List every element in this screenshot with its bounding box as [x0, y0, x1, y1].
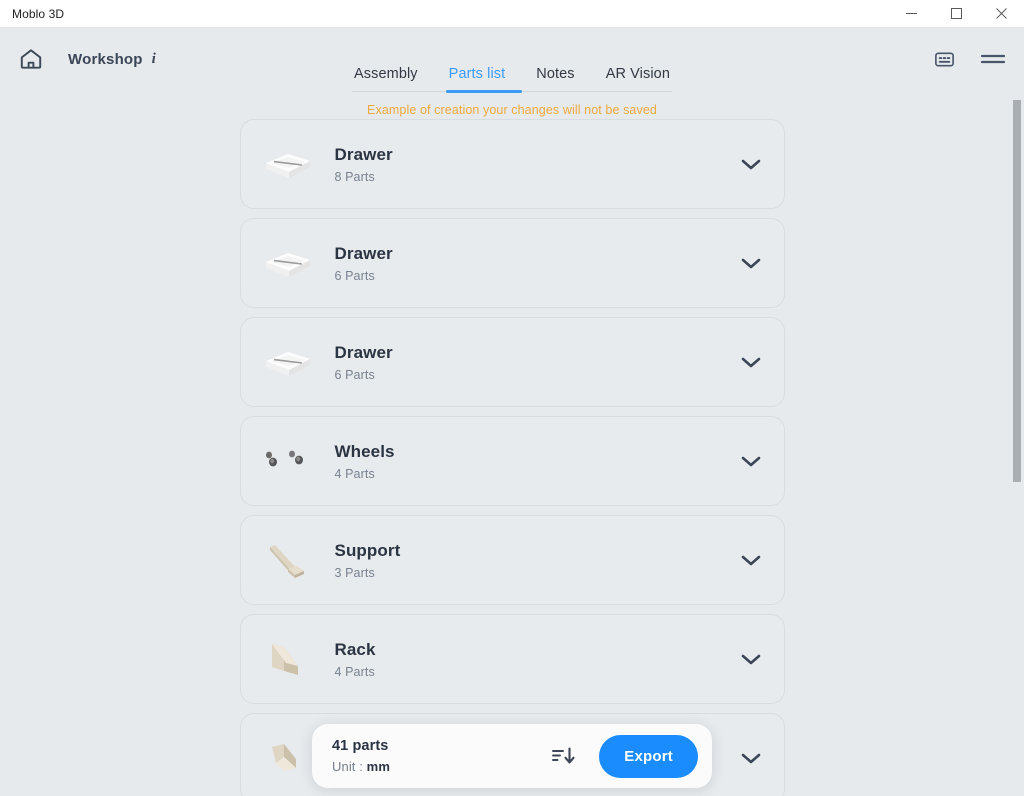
summary-info: 41 parts Unit : mm	[332, 738, 390, 774]
export-button[interactable]: Export	[599, 734, 698, 778]
hamburger-menu-icon[interactable]	[980, 50, 1006, 68]
unit-row: Unit : mm	[332, 759, 390, 774]
list-item-text: Wheels 4 Parts	[335, 441, 395, 480]
drawer-thumbnail	[257, 331, 319, 393]
list-item-text: Drawer 6 Parts	[335, 342, 393, 381]
chevron-down-icon[interactable]	[740, 157, 762, 171]
close-button[interactable]	[979, 0, 1024, 28]
list-item[interactable]: Drawer 8 Parts	[239, 119, 785, 209]
list-item[interactable]: Support 3 Parts	[239, 515, 785, 605]
list-item[interactable]: Drawer 6 Parts	[239, 218, 785, 308]
parts-list: Drawer 8 Parts Drawer 6 Parts Drawer 6 P…	[239, 112, 785, 796]
list-item-text: Support 3 Parts	[335, 540, 401, 579]
support-thumbnail	[257, 529, 319, 591]
sort-descending-icon[interactable]	[545, 738, 583, 774]
drawer-thumbnail	[257, 232, 319, 294]
chevron-down-icon[interactable]	[740, 751, 762, 765]
breadcrumb[interactable]: Workshop i	[68, 51, 156, 68]
list-item[interactable]: Rack 4 Parts	[239, 614, 785, 704]
list-item-text: Rack 4 Parts	[335, 639, 376, 678]
list-item[interactable]: Drawer 6 Parts	[239, 317, 785, 407]
list-item-subtitle: 6 Parts	[334, 367, 375, 382]
list-item-subtitle: 3 Parts	[334, 565, 375, 580]
window-controls	[889, 0, 1024, 28]
list-item-title: Drawer	[334, 343, 393, 363]
chevron-down-icon[interactable]	[740, 454, 762, 468]
list-item-title: Wheels	[334, 442, 395, 462]
unit-label: Unit :	[332, 759, 363, 774]
chevron-down-icon[interactable]	[740, 553, 762, 567]
header-actions	[933, 48, 1006, 71]
rack-thumbnail	[257, 628, 319, 690]
parts-list-scroll-area[interactable]: Drawer 8 Parts Drawer 6 Parts Drawer 6 P…	[0, 112, 1024, 796]
list-item-title: Support	[334, 541, 401, 561]
list-item-title: Rack	[334, 640, 376, 660]
list-item[interactable]: Wheels 4 Parts	[239, 416, 785, 506]
caption-icon[interactable]	[933, 48, 956, 71]
list-item-subtitle: 4 Parts	[334, 664, 375, 679]
window-title: Moblo 3D	[12, 6, 65, 21]
rack-thumbnail	[257, 727, 319, 789]
app-header: Workshop i Assembly Parts list Notes AR …	[0, 28, 1024, 117]
parts-count: 41 parts	[332, 738, 389, 754]
wheels-thumbnail	[257, 430, 319, 492]
tab-parts-list[interactable]: Parts list	[449, 66, 506, 91]
list-item-subtitle: 8 Parts	[334, 169, 375, 184]
window-titlebar: Moblo 3D	[0, 0, 1024, 28]
summary-bar: 41 parts Unit : mm Export	[312, 724, 712, 788]
tab-assembly[interactable]: Assembly	[354, 66, 418, 91]
tab-divider	[352, 90, 672, 93]
list-item-subtitle: 6 Parts	[334, 268, 375, 283]
list-item-text: Drawer 8 Parts	[335, 144, 393, 183]
unit-value: mm	[366, 759, 390, 774]
list-item-subtitle: 4 Parts	[334, 466, 375, 481]
minimize-button[interactable]	[889, 0, 934, 28]
scrollbar-thumb[interactable]	[1013, 100, 1021, 482]
tab-ar-vision[interactable]: AR Vision	[606, 66, 670, 91]
breadcrumb-label: Workshop	[68, 50, 143, 68]
info-icon[interactable]: i	[152, 51, 156, 68]
list-item-title: Drawer	[334, 145, 393, 165]
active-tab-underline	[446, 90, 522, 93]
tab-notes[interactable]: Notes	[536, 66, 574, 91]
drawer-thumbnail	[257, 133, 319, 195]
list-item-text: Drawer 6 Parts	[335, 243, 393, 282]
tab-bar: Assembly Parts list Notes AR Vision Exam…	[352, 66, 672, 117]
vertical-scrollbar[interactable]	[1009, 94, 1024, 796]
home-icon[interactable]	[18, 46, 44, 72]
chevron-down-icon[interactable]	[740, 355, 762, 369]
chevron-down-icon[interactable]	[740, 652, 762, 666]
maximize-button[interactable]	[934, 0, 979, 28]
chevron-down-icon[interactable]	[740, 256, 762, 270]
list-item-title: Drawer	[334, 244, 393, 264]
